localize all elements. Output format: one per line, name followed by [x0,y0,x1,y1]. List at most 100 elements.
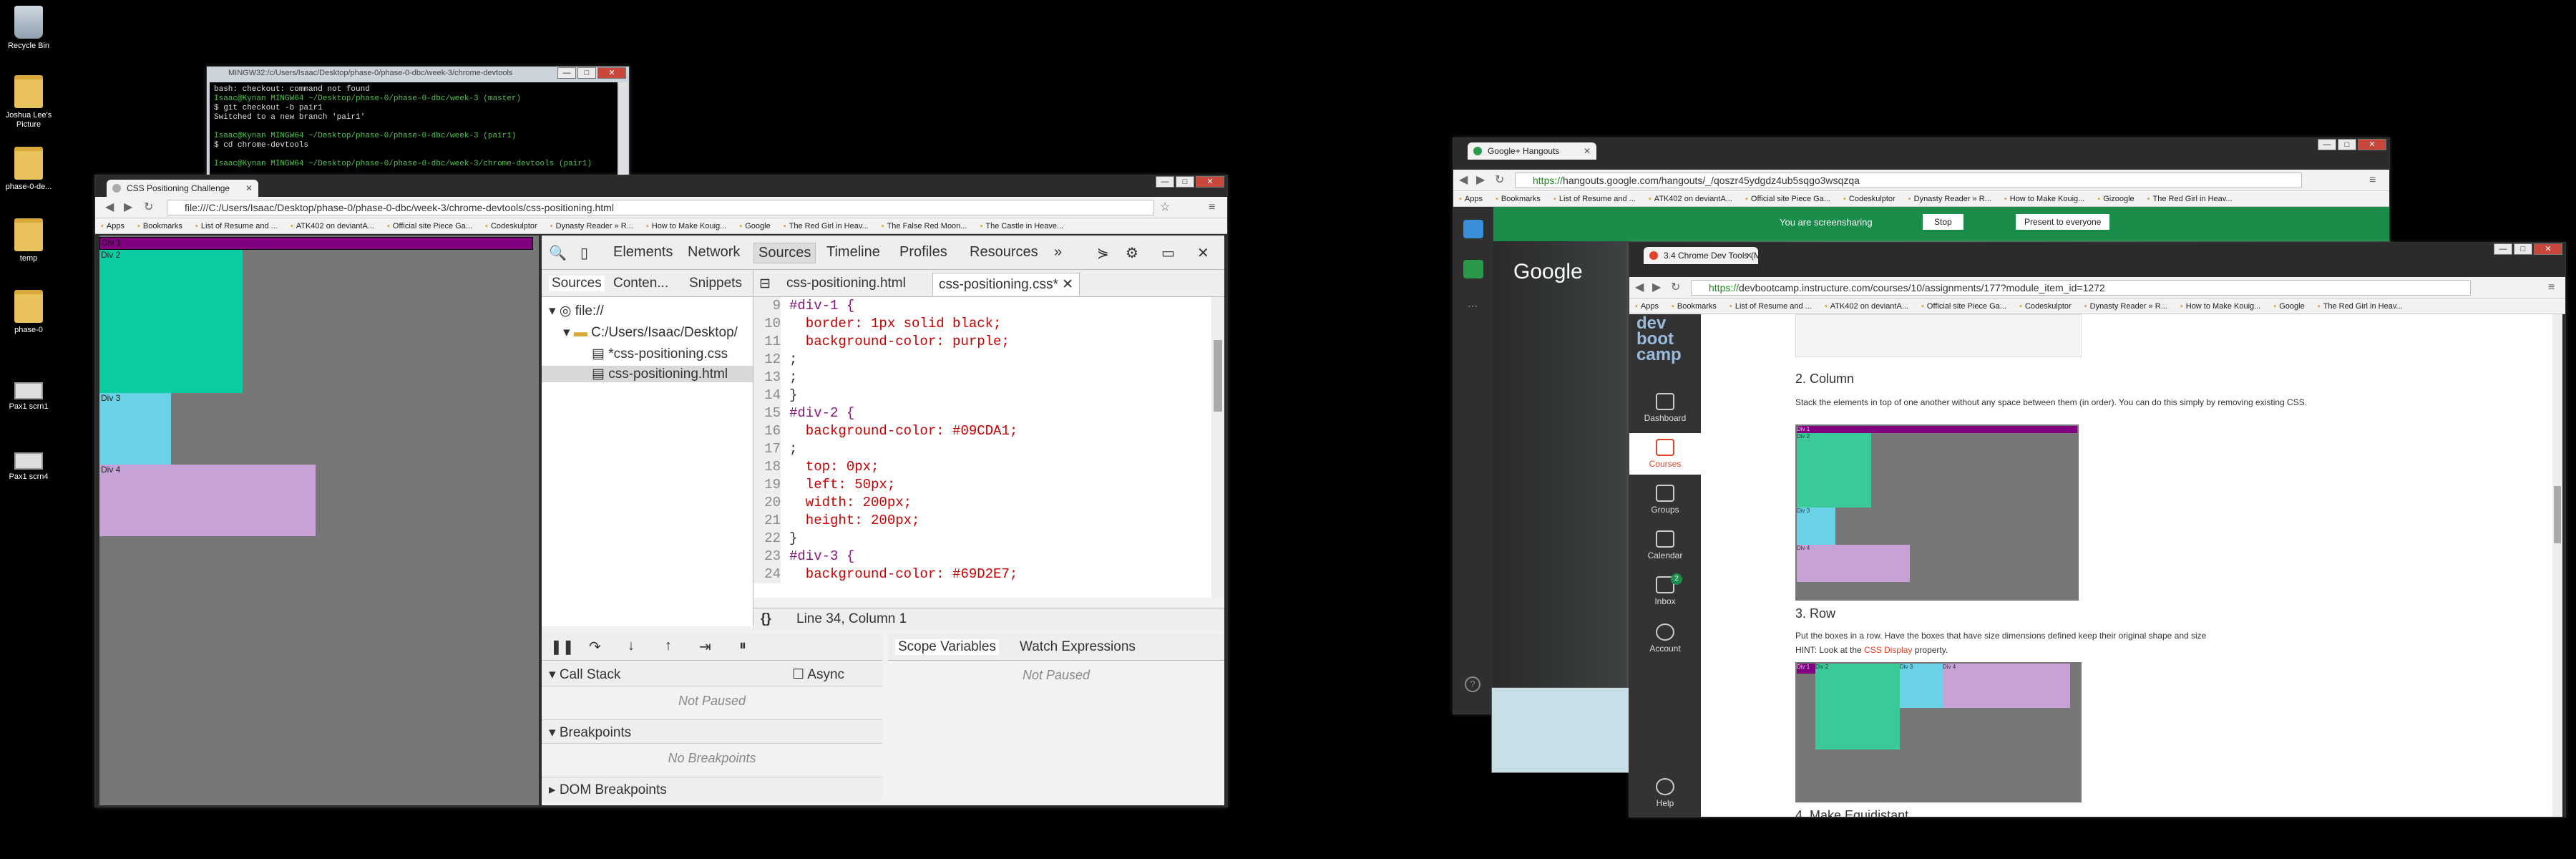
nav-groups[interactable]: Groups [1629,485,1701,515]
bookmark-item[interactable]: Google [739,222,770,230]
bookmark-item[interactable]: The False Red Moon... [882,222,967,230]
bookmark-item[interactable]: ATK402 on deviantA... [1649,195,1732,203]
minimize-button[interactable]: — [1156,176,1174,188]
maximize-button[interactable]: □ [2338,139,2356,150]
bookmark-item[interactable]: Dynasty Reader » R... [550,222,633,230]
maximize-button[interactable]: □ [1176,176,1194,188]
bookmark-item[interactable]: List of Resume and ... [1729,302,1812,311]
chrome-menu-icon[interactable]: ≡ [2548,280,2555,296]
line-number[interactable]: 20 [753,494,781,512]
desktop-icon-temp[interactable]: temp [0,218,57,263]
maximize-button[interactable]: □ [577,67,596,79]
bookmark-star-icon[interactable]: ☆ [1160,200,1170,215]
desktop-icon-phase0-dbc[interactable]: phase-0-de... [0,147,57,192]
file-tree-item[interactable]: ▤ *css-positioning.css [592,346,728,362]
tab-css-positioning[interactable]: CSS Positioning Challenge ✕ [107,180,258,197]
bookmark-item[interactable]: Codeskulptor [2019,302,2072,311]
bookmark-item[interactable]: Apps [101,222,125,230]
breakpoints-header[interactable]: ▾ Breakpoints [542,719,882,744]
close-tab-icon[interactable]: ✕ [1745,247,1752,264]
close-button[interactable]: ✕ [597,67,626,79]
editor-scrollbar[interactable] [1211,297,1224,598]
call-stack-header[interactable]: ▾ Call Stack ☐ Async [542,662,882,686]
address-bar[interactable]: file:///C:/Users/Isaac/Desktop/phase-0/p… [167,200,1154,215]
editor-tab-css[interactable]: css-positioning.css* ✕ [932,273,1080,296]
pause-icon[interactable]: ❚❚ [550,638,575,656]
bookmark-item[interactable]: Codeskulptor [485,222,537,230]
reload-icon[interactable]: ↻ [144,200,153,215]
line-number[interactable]: 24 [753,566,781,583]
panel-tab-sources[interactable]: Sources [753,243,816,263]
hangouts-share-icon[interactable] [1463,260,1483,278]
minimize-button[interactable]: — [2494,243,2512,255]
nav-tab-snippets[interactable]: Snippets [689,276,742,291]
bookmark-item[interactable]: The Red Girl in Heav... [784,222,869,230]
content-scrollbar[interactable] [2552,314,2562,817]
nav-help[interactable]: Help [1629,778,1701,808]
minimize-button[interactable]: — [2318,139,2336,150]
more-options-icon[interactable]: ⋯ [1468,300,1478,312]
reload-icon[interactable]: ↻ [1671,280,1680,296]
bookmark-item[interactable]: Bookmarks [1496,195,1541,203]
bookmark-item[interactable]: How to Make Kouig... [2180,302,2260,311]
line-number[interactable]: 21 [753,512,781,530]
maximize-button[interactable]: □ [2514,243,2532,255]
bookmark-item[interactable]: Dynasty Reader » R... [2084,302,2167,311]
code-editor[interactable]: 9 #div-1 {10 border: 1px solid black; 11 b… [753,297,1211,598]
line-number[interactable]: 17 [753,440,781,458]
stop-button[interactable]: Stop [1923,214,1963,230]
line-number[interactable]: 23 [753,548,781,566]
close-tab-icon[interactable]: ✕ [1062,277,1073,292]
present-to-everyone-button[interactable]: Present to everyone [2016,214,2110,230]
file-tree-item-selected[interactable]: ▤ css-positioning.html [542,366,753,382]
desktop-icon-scrn4[interactable]: Pax1 scrn4 [0,442,57,482]
line-number[interactable]: 16 [753,422,781,440]
panel-tab-profiles[interactable]: Profiles [899,244,947,261]
bookmark-item[interactable]: How to Make Kouig... [646,222,726,230]
dock-icon[interactable]: ▭ [1161,244,1175,262]
bookmark-item[interactable]: The Castle in Heave... [980,222,1063,230]
address-bar[interactable]: https://devbootcamp.instructure.com/cour… [1691,280,2471,296]
line-number[interactable]: 14 [753,387,781,404]
tab-hangouts[interactable]: Google+ Hangouts ✕ [1468,142,1596,160]
bookmark-item[interactable]: Official site Piece Ga... [387,222,472,230]
bookmark-item[interactable]: List of Resume and ... [195,222,278,230]
close-tab-icon[interactable]: ✕ [1584,142,1591,160]
bookmark-item[interactable]: Bookmarks [137,222,182,230]
bookmark-item[interactable]: Bookmarks [1672,302,1717,311]
line-number[interactable]: 15 [753,404,781,422]
watch-expressions-tab[interactable]: Watch Expressions [1020,639,1136,655]
desktop-icon-scrn1[interactable]: Pax1 scrn1 [0,372,57,412]
nav-calendar[interactable]: Calendar [1629,530,1701,560]
step-over-icon[interactable]: ↷ [589,638,601,656]
nav-inbox[interactable]: Inbox 2 [1629,573,1701,606]
desktop-icon-recycle-bin[interactable]: Recycle Bin [0,6,57,51]
desktop-icon-phase0[interactable]: phase-0 [0,290,57,335]
back-icon[interactable]: ◀ [105,200,114,215]
chrome-menu-icon[interactable]: ≡ [1209,200,1215,215]
close-button[interactable]: ✕ [1196,176,1224,188]
bookmark-item[interactable]: Gizoogle [2097,195,2134,203]
address-bar[interactable]: https://hangouts.google.com/hangouts/_/q… [1515,173,2302,188]
bookmark-item[interactable]: Dynasty Reader » R... [1908,195,1991,203]
line-number[interactable]: 12 [753,351,781,369]
line-number[interactable]: 9 [753,297,781,315]
desktop-icon-picture-folder[interactable]: Joshua Lee's Picture [0,75,57,130]
toggle-navigator-icon[interactable]: ⊟ [759,276,771,292]
panel-tab-elements[interactable]: Elements [613,244,673,261]
deactivate-breakpoints-icon[interactable]: ⇥ [699,638,711,656]
file-tree-item[interactable]: ▾ ◎ file:// [549,303,604,319]
scope-variables-tab[interactable]: Scope Variables [895,639,999,655]
bookmark-item[interactable]: Official site Piece Ga... [1745,195,1830,203]
bookmark-item[interactable]: The Red Girl in Heav... [2318,302,2403,311]
chrome-menu-icon[interactable]: ≡ [2369,173,2376,188]
forward-icon[interactable]: ▶ [1652,280,1661,296]
pause-on-exceptions-icon[interactable]: ⏸ [739,638,746,654]
line-number[interactable]: 19 [753,476,781,494]
pretty-print-button[interactable]: {} [761,611,771,627]
css-display-link[interactable]: CSS Display [1864,645,1912,655]
bookmark-item[interactable]: ATK402 on deviantA... [1825,302,1908,311]
line-number[interactable]: 22 [753,530,781,548]
panel-tab-network[interactable]: Network [688,244,740,261]
help-icon[interactable]: ? [1465,676,1480,692]
